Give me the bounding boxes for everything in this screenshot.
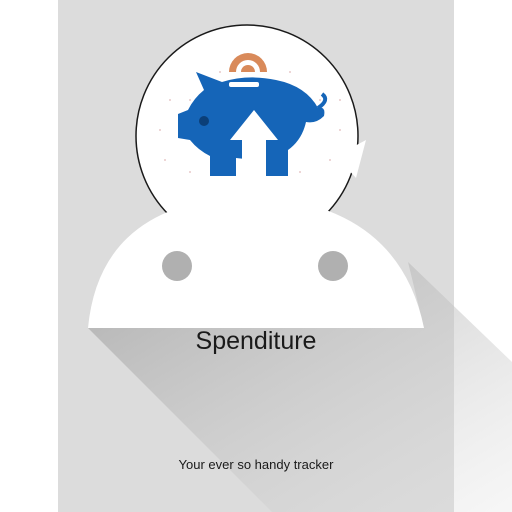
app-tagline: Your ever so handy tracker [178,457,334,472]
app-title: Spenditure [195,327,317,355]
right-eye [318,251,348,281]
launcher-graphic [88,24,424,328]
left-eye [162,251,192,281]
